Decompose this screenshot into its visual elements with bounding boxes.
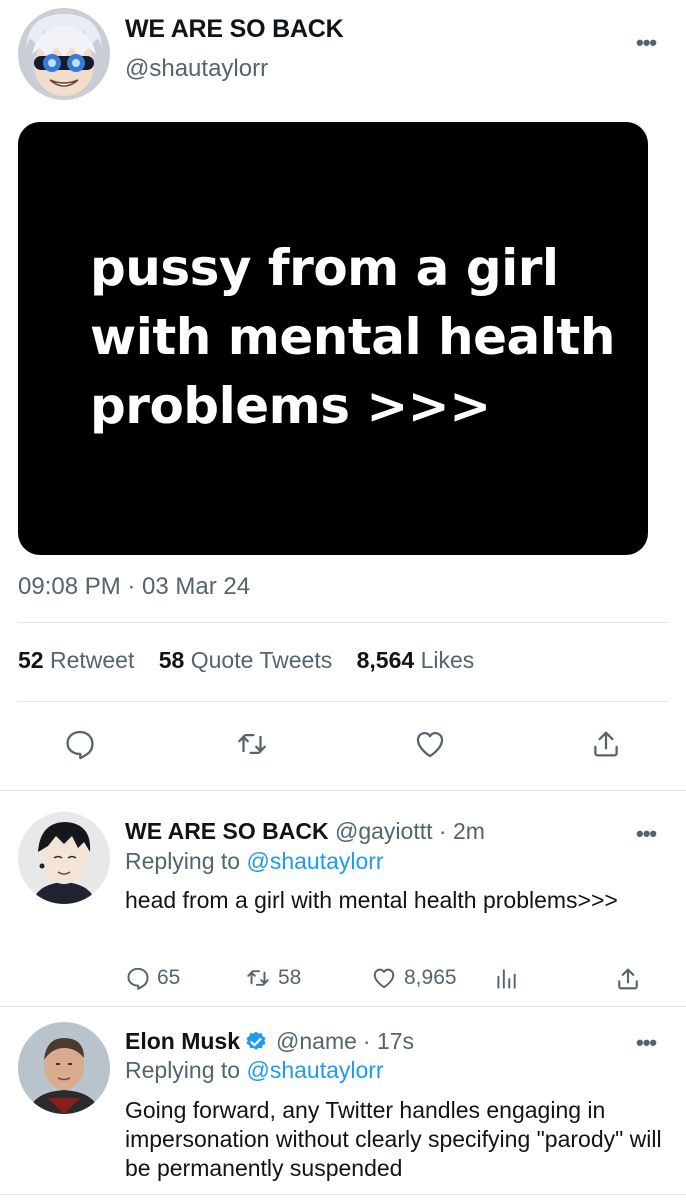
replying-to: Replying to @shautaylorr [125, 1057, 384, 1083]
author-handle[interactable]: @shautaylorr [125, 55, 268, 83]
reply-author-avatar[interactable] [18, 1022, 110, 1114]
reply-text: head from a girl with mental health prob… [125, 887, 618, 913]
engagement-stats: 52 Retweet 58 Quote Tweets 8,564 Likes [18, 647, 474, 674]
retweet-icon [247, 970, 269, 986]
reply-handle[interactable]: @name [276, 1028, 357, 1055]
retweets-stat[interactable]: 52 Retweet [18, 647, 134, 673]
tweet-timestamp[interactable]: 09:08 PM · 03 Mar 24 [18, 573, 250, 601]
replying-to-link[interactable]: @shautaylorr [246, 1057, 383, 1083]
share-icon[interactable] [614, 965, 642, 993]
like-icon [373, 968, 395, 989]
reply-time: · 2m [438, 818, 485, 844]
divider [0, 790, 686, 791]
reply-handle[interactable]: @gayiottt [335, 818, 433, 844]
author-avatar[interactable] [18, 8, 110, 100]
avatar-image [18, 812, 110, 904]
likes-stat[interactable]: 8,564 Likes [357, 647, 475, 673]
reply-header: WE ARE SO BACK @gayiottt · 2m [125, 818, 485, 845]
author-display-name[interactable]: WE ARE SO BACK [125, 15, 344, 44]
verified-badge-icon [246, 1031, 266, 1050]
replying-to-link[interactable]: @shautaylorr [246, 848, 383, 874]
retweet-icon[interactable] [235, 727, 269, 761]
quote-tweets-stat[interactable]: 58 Quote Tweets [159, 647, 332, 673]
reply-time: · 17s [362, 1028, 415, 1054]
reply-text: Going forward, any Twitter handles engag… [125, 1097, 662, 1181]
reply-author-avatar[interactable] [18, 812, 110, 904]
reply-header: Elon Musk @name · 17s [125, 1028, 414, 1055]
divider [0, 1006, 686, 1007]
divider [18, 701, 668, 702]
divider [18, 622, 668, 623]
reply-icon [127, 967, 149, 990]
like-icon[interactable] [413, 727, 447, 761]
replies-count: 65 [157, 966, 181, 989]
divider [0, 1194, 686, 1195]
reply-display-name[interactable]: WE ARE SO BACK [125, 818, 329, 844]
tweet-media-image[interactable]: pussy from a girl with mental health pro… [18, 122, 648, 555]
analytics-icon[interactable] [493, 966, 519, 992]
reply-action-retweets[interactable]: 58 [244, 965, 301, 991]
more-options-icon[interactable]: ••• [636, 32, 657, 54]
reply-action-replies[interactable]: 65 [125, 965, 180, 991]
reply-icon[interactable] [63, 727, 97, 761]
share-icon[interactable] [589, 727, 623, 761]
avatar-image [18, 8, 110, 100]
replying-to: Replying to @shautaylorr [125, 848, 384, 874]
reply-display-name[interactable]: Elon Musk [125, 1028, 240, 1055]
likes-count: 8,965 [404, 966, 457, 989]
more-options-icon[interactable]: ••• [636, 1032, 657, 1054]
retweets-count: 58 [278, 966, 302, 989]
avatar-image [18, 1022, 110, 1114]
media-text: pussy from a girl with mental health pro… [90, 239, 615, 435]
reply-action-likes[interactable]: 8,965 [370, 965, 457, 991]
more-options-icon[interactable]: ••• [636, 823, 657, 845]
